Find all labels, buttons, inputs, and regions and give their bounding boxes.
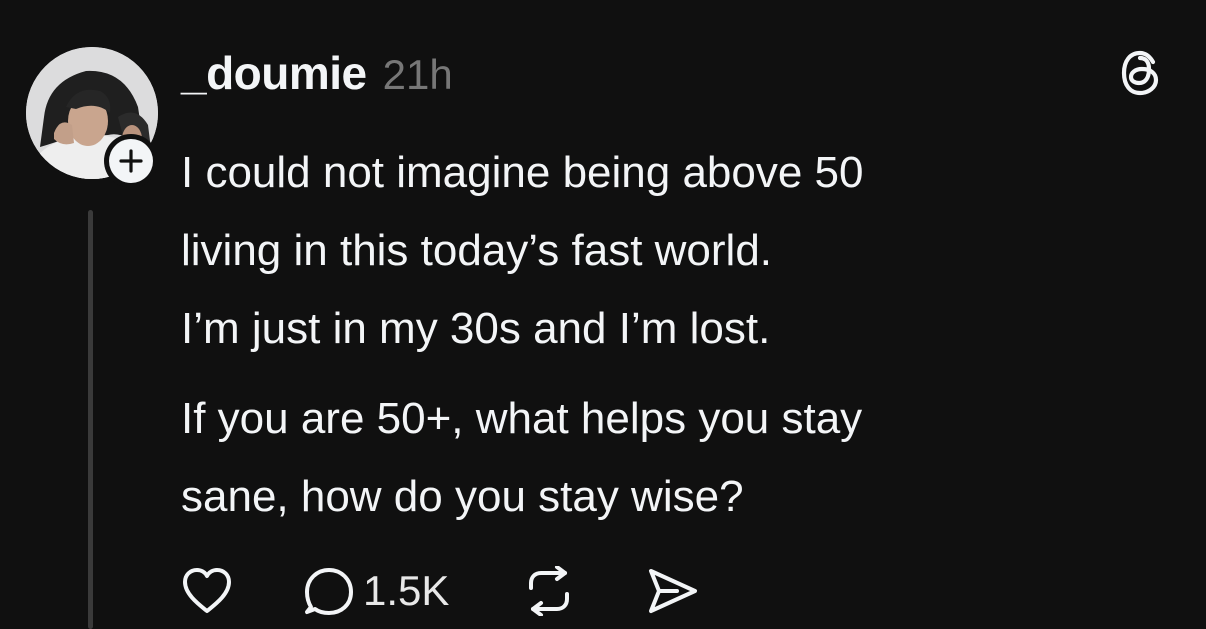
username[interactable]: _doumie xyxy=(181,46,367,100)
speech-bubble-icon xyxy=(305,568,353,615)
text-line: I’m just in my 30s and I’m lost. xyxy=(181,304,771,353)
threads-logo-icon[interactable] xyxy=(1120,50,1162,101)
post-header: _doumie 21h xyxy=(181,46,453,100)
text-line: living in this today’s fast world. xyxy=(181,226,773,275)
paragraph-2: If you are 50+, what helps you stay sane… xyxy=(181,380,1141,536)
post-actions: 1.5K xyxy=(181,563,699,619)
share-button[interactable] xyxy=(647,567,699,615)
send-icon xyxy=(649,569,698,613)
text-line: sane, how do you stay wise? xyxy=(181,472,744,521)
like-button[interactable] xyxy=(181,567,233,615)
reply-button[interactable]: 1.5K xyxy=(303,566,449,616)
follow-button-circle xyxy=(109,139,153,183)
paragraph-1: I could not imagine being above 50 livin… xyxy=(181,134,1141,368)
thread-post: _doumie 21h I could not imagine being ab… xyxy=(0,0,1206,629)
text-line: I could not imagine being above 50 xyxy=(181,148,864,197)
text-line: If you are 50+, what helps you stay xyxy=(181,394,863,443)
thread-line xyxy=(88,210,93,629)
heart-icon xyxy=(183,568,231,613)
repost-icon xyxy=(529,566,570,616)
timestamp[interactable]: 21h xyxy=(383,51,453,99)
repost-button[interactable] xyxy=(521,566,577,616)
reply-count: 1.5K xyxy=(363,567,450,614)
plus-icon xyxy=(119,149,143,173)
follow-button[interactable] xyxy=(104,134,158,188)
post-body: I could not imagine being above 50 livin… xyxy=(181,134,1141,536)
